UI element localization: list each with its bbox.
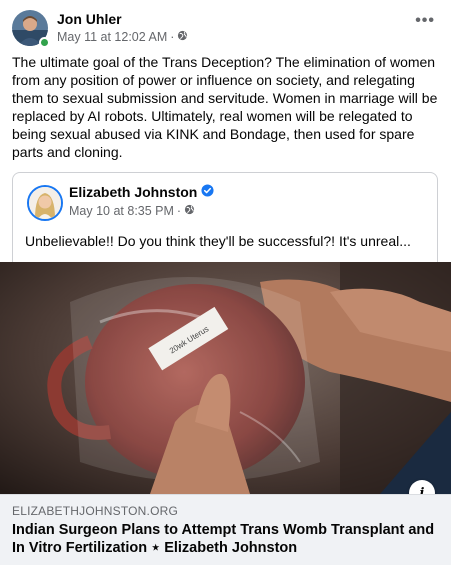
shared-post-timestamp[interactable]: May 10 at 8:35 PM bbox=[69, 204, 174, 218]
post-header: Jon Uhler May 11 at 12:02 AM · ••• bbox=[12, 8, 439, 48]
more-options-button[interactable]: ••• bbox=[415, 12, 435, 30]
link-domain: ELIZABETHJOHNSTON.ORG bbox=[12, 504, 179, 518]
shared-author-name-row: Elizabeth Johnston bbox=[69, 184, 214, 200]
shared-post-card[interactable]: Elizabeth Johnston May 10 at 8:35 PM · U… bbox=[12, 172, 438, 262]
meta-separator: · bbox=[170, 30, 175, 44]
author-name[interactable]: Jon Uhler bbox=[57, 11, 122, 27]
globe-icon bbox=[184, 204, 195, 218]
online-status-dot bbox=[39, 37, 50, 48]
link-preview-image[interactable]: 20wk Uterus bbox=[0, 262, 451, 494]
post-meta: May 11 at 12:02 AM · bbox=[57, 30, 188, 44]
shared-author-name[interactable]: Elizabeth Johnston bbox=[69, 184, 197, 200]
post-timestamp[interactable]: May 11 at 12:02 AM bbox=[57, 30, 167, 44]
globe-icon bbox=[177, 30, 188, 44]
link-preview-footer[interactable]: ELIZABETHJOHNSTON.ORG Indian Surgeon Pla… bbox=[0, 494, 451, 565]
link-title[interactable]: Indian Surgeon Plans to Attempt Trans Wo… bbox=[12, 521, 442, 557]
meta-separator: · bbox=[176, 204, 182, 218]
shared-post-text: Unbelievable!! Do you think they'll be s… bbox=[25, 233, 411, 249]
shared-author-avatar[interactable] bbox=[27, 185, 63, 221]
verified-badge-icon bbox=[201, 184, 214, 200]
post-text: The ultimate goal of the Trans Deception… bbox=[12, 54, 438, 160]
shared-post-meta: May 10 at 8:35 PM · bbox=[69, 204, 195, 218]
